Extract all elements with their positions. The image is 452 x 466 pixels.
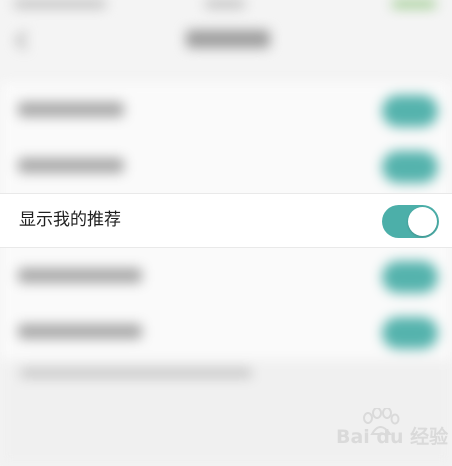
status-bar xyxy=(0,0,452,18)
footer-hint xyxy=(20,368,252,378)
settings-row-2[interactable] xyxy=(0,138,452,193)
settings-row-5[interactable] xyxy=(0,304,452,359)
settings-screen: 显示我的推荐 Bai du 经验 xyxy=(0,0,452,466)
page-title xyxy=(186,30,270,48)
toggle-5[interactable] xyxy=(382,317,438,349)
show-recommendations-toggle[interactable] xyxy=(382,205,439,238)
toggle-4[interactable] xyxy=(382,261,438,293)
toggle-2[interactable] xyxy=(382,151,438,183)
settings-row-1[interactable] xyxy=(0,82,452,137)
settings-row-label: 显示我的推荐 xyxy=(19,210,121,230)
nav-bar xyxy=(0,18,452,68)
baidu-watermark: Bai du 经验 xyxy=(336,408,448,452)
toggle-knob xyxy=(408,207,437,236)
toggle-1[interactable] xyxy=(382,95,438,127)
back-arrow-icon[interactable] xyxy=(15,31,34,50)
settings-row-4[interactable] xyxy=(0,248,452,303)
settings-row-show-my-recommendations[interactable]: 显示我的推荐 xyxy=(0,193,452,248)
watermark-text: Bai du 经验 xyxy=(336,426,449,448)
